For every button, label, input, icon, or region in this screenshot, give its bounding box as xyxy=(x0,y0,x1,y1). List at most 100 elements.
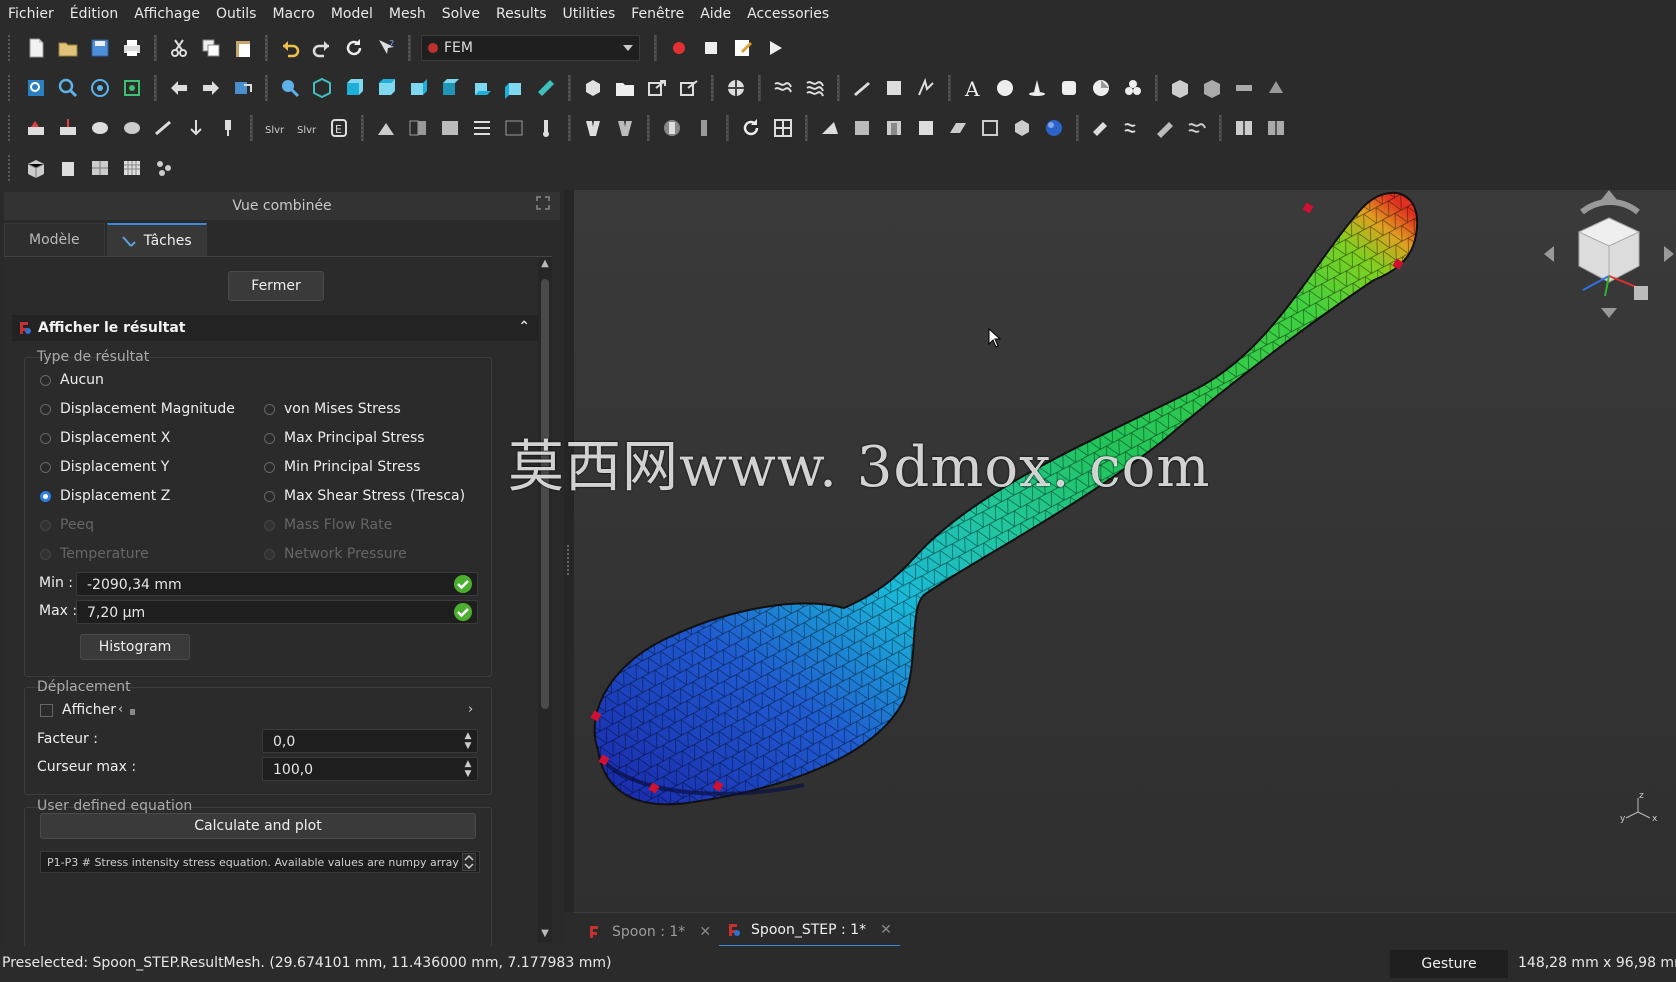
radio-max-principal[interactable]: Max Principal Stress xyxy=(264,430,425,446)
post-warp-icon[interactable] xyxy=(577,112,609,144)
back-arrow-icon[interactable] xyxy=(163,72,195,104)
close-icon[interactable]: ✕ xyxy=(699,924,711,940)
whats-this-icon[interactable]: ? xyxy=(370,32,402,64)
menu-results[interactable]: Results xyxy=(488,6,555,22)
edit-macro-icon[interactable] xyxy=(727,32,759,64)
post-temperature-icon[interactable] xyxy=(530,112,562,144)
record-macro-icon[interactable] xyxy=(663,32,695,64)
close-button[interactable]: Fermer xyxy=(228,271,324,301)
right-view-icon[interactable] xyxy=(402,72,434,104)
beam-rotation-icon[interactable] xyxy=(910,72,942,104)
bottom-view-icon[interactable] xyxy=(466,72,498,104)
spinbox-arrows-icon[interactable]: ▲ ▼ xyxy=(463,759,473,779)
rear-view-icon[interactable] xyxy=(434,72,466,104)
slider-left-arrow-icon[interactable]: ‹ xyxy=(118,702,123,717)
text-annotation-icon[interactable]: A xyxy=(957,72,989,104)
post-glyph-icon[interactable] xyxy=(609,112,641,144)
isometric-view-icon[interactable] xyxy=(306,72,338,104)
mesh-nodes-icon[interactable] xyxy=(148,152,180,184)
sphere-icon[interactable] xyxy=(989,72,1021,104)
split-view-icon[interactable] xyxy=(1228,112,1260,144)
calculate-and-plot-button[interactable]: Calculate and plot xyxy=(40,813,476,839)
slider-max-field[interactable]: 100,0 ▲ ▼ xyxy=(262,757,478,781)
post-clip-icon[interactable] xyxy=(402,112,434,144)
radio-displacement-magnitude[interactable]: Displacement Magnitude xyxy=(40,401,235,417)
constraint-force-icon[interactable] xyxy=(180,112,212,144)
cut-icon[interactable] xyxy=(163,32,195,64)
factor-field[interactable]: 0,0 ▲ ▼ xyxy=(262,729,478,753)
revolve-icon[interactable] xyxy=(846,112,878,144)
tab-model[interactable]: Modèle xyxy=(4,223,105,256)
paste-icon[interactable] xyxy=(227,32,259,64)
max-value-field[interactable]: 7,20 µm xyxy=(76,600,478,624)
top-view-icon[interactable] xyxy=(370,72,402,104)
post-pipeline-icon[interactable] xyxy=(370,112,402,144)
left-view-icon[interactable] xyxy=(498,72,530,104)
mesh-box-icon[interactable] xyxy=(1164,72,1196,104)
probe-icon[interactable] xyxy=(1149,112,1181,144)
equation-icon[interactable]: E xyxy=(323,112,355,144)
run-macro-icon[interactable] xyxy=(759,32,791,64)
multi-sphere-icon[interactable] xyxy=(1117,72,1149,104)
menu-accessories[interactable]: Accessories xyxy=(739,6,837,22)
box-shape-icon[interactable] xyxy=(1053,72,1085,104)
workbench-selector[interactable]: FEM xyxy=(421,35,640,61)
pattern-icon[interactable] xyxy=(1006,112,1038,144)
part-icon[interactable] xyxy=(577,72,609,104)
navigation-cube[interactable] xyxy=(1542,190,1676,320)
result-show-icon[interactable] xyxy=(656,112,688,144)
undo-icon[interactable] xyxy=(274,32,306,64)
cut-sphere-icon[interactable] xyxy=(1085,72,1117,104)
collapse-chevron-icon[interactable]: ⌃ xyxy=(518,319,530,335)
bounding-box-icon[interactable] xyxy=(116,72,148,104)
doc-tab-spoon[interactable]: Spoon : 1* ✕ xyxy=(580,917,719,947)
zoom-icon[interactable] xyxy=(274,72,306,104)
show-displacement-checkbox[interactable]: Afficher xyxy=(40,702,116,718)
radio-displacement-x[interactable]: Displacement X xyxy=(40,430,170,446)
mesh-boundary-icon[interactable] xyxy=(1228,72,1260,104)
scroll-down-icon[interactable]: ▼ xyxy=(540,929,550,939)
post-scalar-clip-icon[interactable] xyxy=(434,112,466,144)
toolbar-grip[interactable] xyxy=(8,115,14,141)
hole-icon[interactable] xyxy=(910,112,942,144)
refresh-icon[interactable] xyxy=(338,32,370,64)
front-view-icon[interactable] xyxy=(338,72,370,104)
flow-icon[interactable] xyxy=(1181,112,1213,144)
displacement-slider-handle[interactable] xyxy=(130,709,135,715)
post-data-along-line-icon[interactable] xyxy=(466,112,498,144)
3d-viewport[interactable]: 莫西网www. 3dmox. com z y x xyxy=(508,190,1676,912)
toolbar-grip[interactable] xyxy=(8,155,14,181)
link-actions-icon[interactable] xyxy=(673,72,705,104)
menu-utilities[interactable]: Utilities xyxy=(555,6,624,22)
link-icon[interactable] xyxy=(641,72,673,104)
waves-icon[interactable] xyxy=(1117,112,1149,144)
mesh-gmsh-icon[interactable] xyxy=(52,152,84,184)
measure-icon[interactable] xyxy=(530,72,562,104)
mesh-group-icon[interactable] xyxy=(1260,72,1292,104)
menu-aide[interactable]: Aide xyxy=(692,6,739,22)
mesh-region-icon[interactable] xyxy=(1196,72,1228,104)
stop-macro-icon[interactable] xyxy=(695,32,727,64)
constraint-spring-icon[interactable] xyxy=(148,112,180,144)
radio-none[interactable]: Aucun xyxy=(40,372,104,388)
shell-thickness-icon[interactable] xyxy=(878,72,910,104)
min-value-field[interactable]: -2090,34 mm xyxy=(76,572,478,596)
blue-sphere-icon[interactable] xyxy=(1038,112,1070,144)
beam-section-icon[interactable] xyxy=(846,72,878,104)
radio-min-principal[interactable]: Min Principal Stress xyxy=(264,459,420,475)
open-folder-icon[interactable] xyxy=(52,32,84,64)
sync-view-icon[interactable] xyxy=(227,72,259,104)
mesh-grid-icon[interactable] xyxy=(116,152,148,184)
task-panel-scrollbar[interactable]: ▲ ▼ xyxy=(538,257,552,943)
group-folder-icon[interactable] xyxy=(609,72,641,104)
menu-edition[interactable]: Édition xyxy=(62,6,126,22)
mesh-netgen-icon[interactable] xyxy=(20,152,52,184)
radio-displacement-z[interactable]: Displacement Z xyxy=(40,488,170,504)
toolbar-grip[interactable] xyxy=(8,75,14,101)
fit-selection-icon[interactable] xyxy=(52,72,84,104)
equation-scroll-icon[interactable] xyxy=(462,853,476,871)
constraint-contact-icon[interactable] xyxy=(84,112,116,144)
analysis-container-icon[interactable] xyxy=(720,72,752,104)
float-panel-icon[interactable] xyxy=(536,196,550,210)
grid-icon[interactable] xyxy=(767,112,799,144)
